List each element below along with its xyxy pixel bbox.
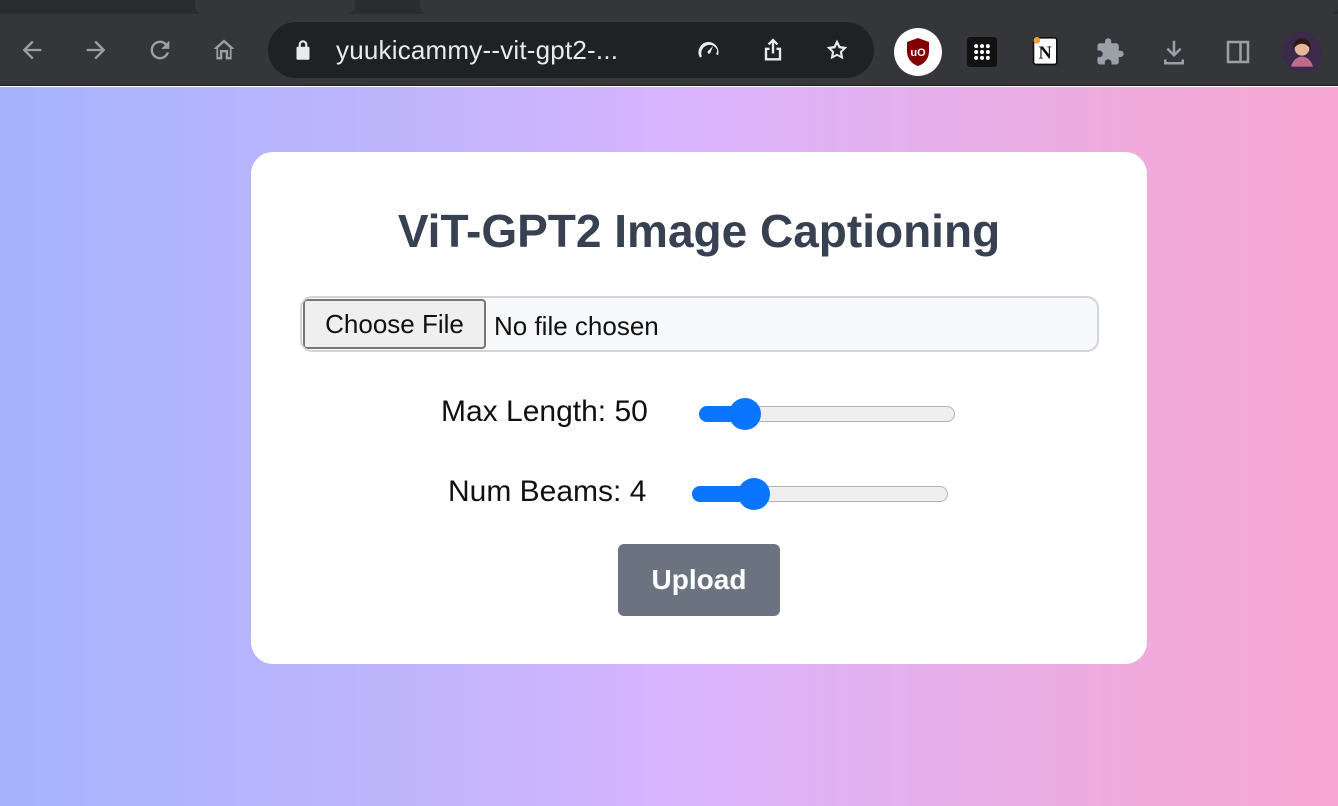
back-icon[interactable] [12,30,52,70]
notion-icon[interactable]: N [1022,28,1070,76]
num-beams-slider[interactable] [692,478,948,510]
speedometer-icon[interactable] [693,34,725,66]
num-beams-slider-thumb[interactable] [737,478,770,510]
tab-strip [0,0,1338,14]
address-bar[interactable]: yuukicammy--vit-gpt2-... [268,22,874,78]
url-text[interactable]: yuukicammy--vit-gpt2-... [336,35,618,66]
svg-text:uO: uO [910,47,926,59]
page-background: ViT-GPT2 Image Captioning Choose File No… [0,87,1338,806]
forward-icon[interactable] [76,30,116,70]
max-length-row: Max Length: 50 [251,393,1147,433]
download-icon[interactable] [1150,28,1198,76]
max-length-label: Max Length: 50 [441,395,648,428]
max-length-slider[interactable] [699,398,955,430]
num-beams-label: Num Beams: 4 [448,475,647,508]
apps-grid-icon[interactable] [958,28,1006,76]
upload-button[interactable]: Upload [618,544,780,616]
extensions-puzzle-icon[interactable] [1086,28,1134,76]
page-title: ViT-GPT2 Image Captioning [397,205,1001,257]
choose-file-button[interactable]: Choose File [303,299,486,349]
profile-avatar[interactable] [1278,28,1326,76]
main-card: ViT-GPT2 Image Captioning Choose File No… [251,152,1147,664]
ublock-origin-icon[interactable]: uO [894,28,942,76]
svg-text:N: N [1039,43,1052,63]
browser-toolbar: yuukicammy--vit-gpt2-... uO N [0,14,1338,86]
reload-icon[interactable] [140,30,180,70]
num-beams-row: Num Beams: 4 [251,473,1147,513]
lock-icon[interactable] [290,37,316,63]
side-panel-icon[interactable] [1214,28,1262,76]
home-icon[interactable] [204,30,244,70]
max-length-slider-thumb[interactable] [729,398,762,430]
browser-tab[interactable] [195,0,355,14]
share-icon[interactable] [757,34,789,66]
file-status-text: No file chosen [494,311,659,341]
bookmark-star-icon[interactable] [821,34,853,66]
file-input[interactable]: Choose File No file chosen [300,296,1099,352]
browser-tab-active[interactable] [420,0,1338,14]
